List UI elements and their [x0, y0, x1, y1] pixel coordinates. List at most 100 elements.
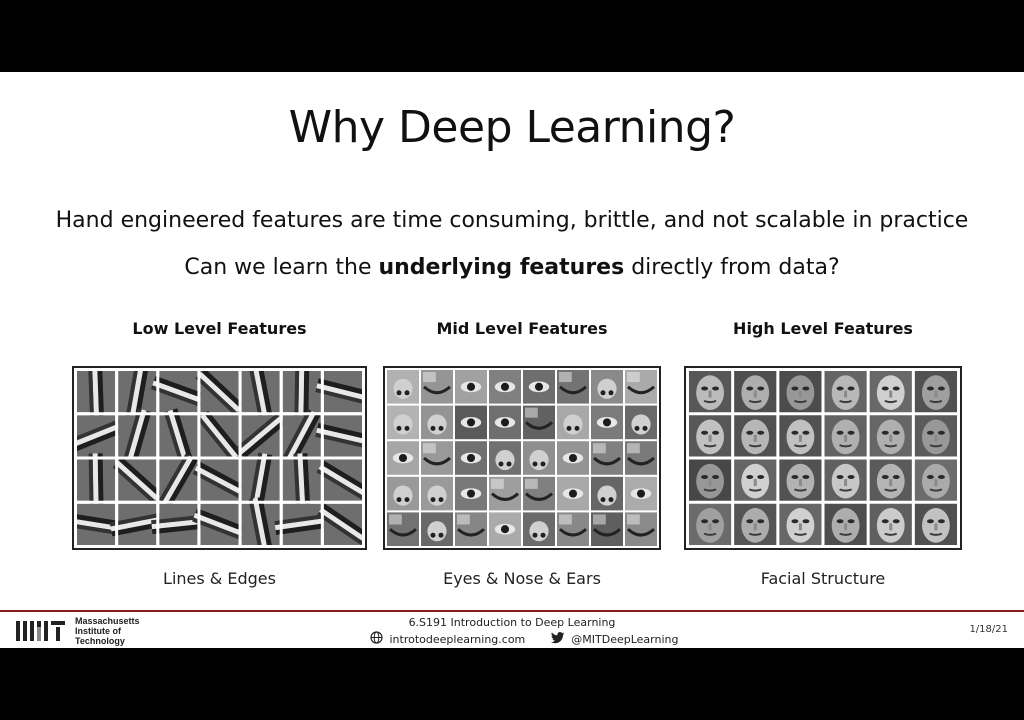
edge-filter-tile	[118, 408, 157, 464]
face-template-tile	[914, 503, 957, 545]
face-template-tile	[689, 459, 732, 501]
face-part-tile	[523, 370, 555, 404]
edge-filters-grid	[74, 368, 365, 548]
face-part-tile	[625, 441, 657, 475]
low-level-heading: Low Level Features	[132, 319, 307, 338]
face-part-tile	[523, 476, 555, 511]
face-part-tile	[557, 405, 589, 440]
face-template-tile	[779, 371, 822, 413]
face-part-tile	[523, 405, 555, 440]
face-part-tile	[523, 512, 555, 546]
face-part-tile	[455, 476, 487, 511]
face-part-tile	[489, 476, 521, 511]
face-part-tile	[489, 370, 521, 404]
face-template-tile	[779, 503, 822, 545]
face-part-tile	[387, 405, 419, 440]
face-part-tile	[625, 476, 657, 511]
face-part-tile	[625, 370, 657, 404]
edge-filter-tile	[77, 453, 116, 507]
face-part-tile	[591, 512, 623, 546]
face-parts-grid	[385, 368, 659, 548]
face-template-tile	[734, 459, 777, 501]
face-part-tile	[591, 441, 623, 475]
face-template-tile	[734, 503, 777, 545]
slide-title: Why Deep Learning?	[288, 102, 736, 153]
edge-filter-tile	[241, 496, 280, 548]
edge-filter-tile	[197, 410, 242, 462]
face-part-tile	[591, 405, 623, 440]
line2-suffix: directly from data?	[624, 255, 840, 280]
face-template-tile	[914, 371, 957, 413]
line2-bold: underlying features	[378, 255, 625, 280]
face-part-tile	[455, 441, 487, 475]
face-template-tile	[824, 503, 867, 545]
face-template-tile	[914, 459, 957, 501]
slide-footer: Massachusetts Institute of Technology 6.…	[0, 610, 1024, 648]
face-template-tile	[824, 415, 867, 457]
edge-filter-tile	[77, 368, 116, 419]
high-level-heading: High Level Features	[733, 319, 913, 338]
edge-filter-tile	[158, 453, 198, 507]
edge-filter-tile	[192, 459, 247, 501]
face-part-tile	[489, 405, 521, 440]
face-template-tile	[824, 459, 867, 501]
low-level-caption: Lines & Edges	[163, 569, 276, 588]
face-part-tile	[421, 441, 453, 475]
slide: Why Deep Learning? Hand engineered featu…	[0, 72, 1024, 648]
face-part-tile	[421, 370, 453, 404]
face-template-tile	[824, 371, 867, 413]
edge-filter-tile	[235, 413, 286, 459]
mid-level-caption: Eyes & Nose & Ears	[443, 569, 601, 588]
face-template-tile	[914, 415, 957, 457]
face-part-tile	[489, 512, 521, 546]
twitter-handle-link[interactable]: @MITDeepLearning	[571, 633, 678, 646]
edge-filter-tile	[282, 453, 321, 508]
face-template-tile	[689, 503, 732, 545]
face-template-tile	[689, 415, 732, 457]
low-level-feature-image	[72, 366, 367, 550]
line2-prefix: Can we learn the	[184, 255, 379, 280]
mid-level-heading: Mid Level Features	[436, 319, 608, 338]
edge-filter-tile	[282, 368, 321, 419]
subtitle-line-2: Can we learn the underlying features dir…	[0, 255, 1024, 280]
edge-filter-tile	[112, 457, 162, 504]
twitter-icon	[550, 631, 565, 647]
face-part-tile	[625, 512, 657, 546]
face-part-tile	[489, 441, 521, 475]
face-template-tile	[869, 371, 912, 413]
face-part-tile	[557, 476, 589, 511]
subtitle-line-1: Hand engineered features are time consum…	[55, 208, 969, 233]
face-part-tile	[591, 476, 623, 511]
face-template-tile	[869, 459, 912, 501]
high-level-caption: Facial Structure	[760, 569, 886, 588]
edge-filter-tile	[316, 503, 365, 546]
website-link[interactable]: introtodeeplearning.com	[390, 633, 526, 646]
face-part-tile	[455, 370, 487, 404]
face-part-tile	[421, 405, 453, 440]
face-part-tile	[557, 370, 589, 404]
face-part-tile	[421, 476, 453, 511]
face-part-tile	[591, 370, 623, 404]
face-part-tile	[455, 405, 487, 440]
face-part-tile	[455, 512, 487, 546]
edge-filter-tile	[241, 368, 280, 420]
face-part-tile	[557, 441, 589, 475]
face-template-tile	[869, 415, 912, 457]
face-part-tile	[387, 370, 419, 404]
face-template-tile	[734, 415, 777, 457]
face-template-tile	[779, 415, 822, 457]
edge-filter-tile	[159, 408, 198, 464]
mid-level-feature-image	[383, 366, 661, 550]
course-title: 6.S191 Introduction to Deep Learning	[408, 616, 616, 629]
globe-icon	[370, 631, 383, 647]
face-part-tile	[557, 512, 589, 546]
face-part-tile	[387, 476, 419, 511]
face-part-tile	[387, 441, 419, 475]
face-part-tile	[625, 405, 657, 440]
high-level-feature-image	[684, 366, 962, 550]
face-template-tile	[689, 371, 732, 413]
face-template-tile	[734, 371, 777, 413]
face-template-tile	[869, 503, 912, 545]
face-part-tile	[523, 441, 555, 475]
face-part-tile	[387, 512, 419, 546]
